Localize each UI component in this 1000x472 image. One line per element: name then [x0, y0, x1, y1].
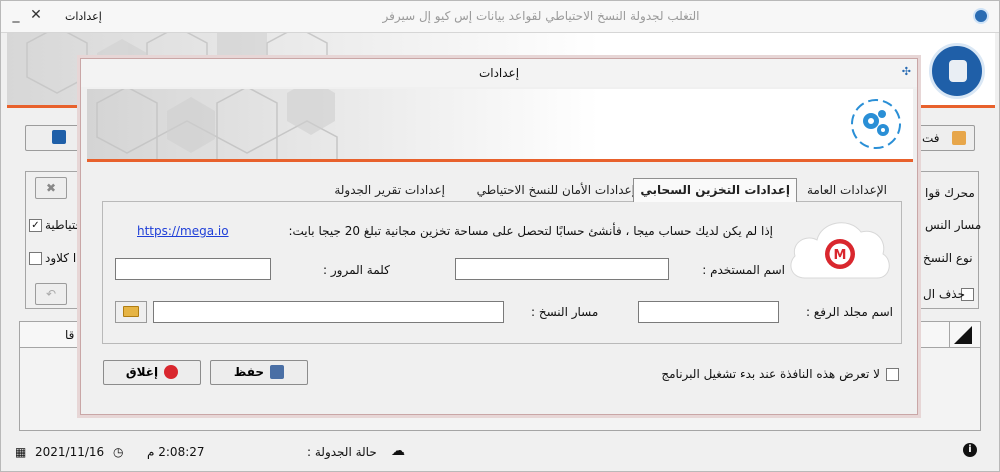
- database-backup-logo-icon: [929, 43, 985, 99]
- tab-general[interactable]: الإعدادات العامة: [801, 181, 893, 201]
- delete-x-icon[interactable]: ✖: [35, 177, 67, 199]
- status-date: 2021/11/16: [35, 445, 105, 459]
- mega-info-text: إذا لم يكن لديك حساب ميجا ، فأنشئ حسابًا…: [288, 224, 773, 238]
- status-time: 2:08:27 م: [147, 445, 205, 459]
- delete-label: حذف ال: [923, 287, 966, 301]
- password-field[interactable]: [115, 258, 271, 280]
- grid-column-label: قا: [65, 328, 75, 342]
- main-titlebar: _ ✕ إعدادات التغلب لجدولة النسخ الاحتياط…: [1, 1, 999, 33]
- info-icon[interactable]: i: [963, 443, 977, 457]
- path-label: مسار النس: [925, 218, 982, 232]
- close-icon: [164, 365, 179, 379]
- upload-folder-label: اسم مجلد الرفع :: [805, 305, 893, 319]
- cloud-settings-panel: M إذا لم يكن لديك حساب ميجا ، فأنشئ حساب…: [102, 201, 902, 344]
- bg-open-button[interactable]: فت: [913, 125, 975, 151]
- dialog-banner-accent: [87, 159, 913, 162]
- grid-corner-icon: [954, 326, 972, 344]
- username-field[interactable]: [455, 258, 669, 280]
- startup-checkbox[interactable]: لا تعرض هذه النافذة عند بدء تشغيل البرنا…: [661, 367, 899, 381]
- window-title: التغلب لجدولة النسخ الاحتياطي لقواعد بيا…: [382, 9, 700, 23]
- upload-folder-field[interactable]: [638, 301, 779, 323]
- settings-tabs: الإعدادات العامة إعدادات التخزين السحابي…: [81, 178, 917, 202]
- browse-folder-button[interactable]: [115, 301, 147, 323]
- backup-path-label: مسار النسخ :: [531, 305, 599, 319]
- cloud-status-icon: ☁: [391, 443, 405, 459]
- pin-icon[interactable]: ✣: [902, 65, 911, 78]
- svg-text:M: M: [834, 248, 847, 263]
- mega-link[interactable]: https://mega.io: [137, 224, 229, 238]
- app-small-icon: [52, 130, 66, 144]
- startup-checkbox-box[interactable]: [886, 368, 899, 381]
- mega-cloud-icon: M: [790, 222, 890, 279]
- dialog-title: إعدادات: [81, 59, 917, 87]
- bg-toolbar-button[interactable]: [25, 125, 85, 151]
- close-icon[interactable]: ✕: [27, 7, 45, 23]
- schedule-status-label: حالة الجدولة :: [307, 445, 377, 459]
- backup-checkbox[interactable]: ✓: [29, 219, 42, 232]
- folder-icon: [123, 306, 139, 317]
- save-label: حفظ: [233, 365, 265, 379]
- password-label: كلمة المرور :: [323, 263, 390, 277]
- save-button[interactable]: حفظ: [210, 360, 308, 385]
- settings-dialog: إعدادات ✣ الإعدادات العامة إعدادات التخز…: [80, 58, 918, 415]
- username-label: اسم المستخدم :: [702, 263, 785, 277]
- grid-divider: [949, 322, 950, 348]
- minimize-icon[interactable]: _: [7, 7, 25, 23]
- tab-schedule-report[interactable]: إعدادات تقرير الجدولة: [328, 181, 451, 201]
- app-logo-icon: [973, 8, 989, 24]
- cloud-check-label: ا كلاود: [45, 251, 77, 265]
- cloud-checkbox[interactable]: [29, 252, 42, 265]
- tab-cloud-storage[interactable]: إعدادات التخزين السحابي: [633, 178, 797, 202]
- startup-checkbox-label: لا تعرض هذه النافذة عند بدء تشغيل البرنا…: [661, 367, 880, 381]
- dialog-banner: [87, 89, 913, 159]
- status-bar: ▦ 2021/11/16 ◷ 2:08:27 م حالة الجدولة : …: [1, 437, 999, 471]
- backup-path-field[interactable]: [153, 301, 504, 323]
- open-label: فت: [922, 131, 940, 145]
- clock-icon: ◷: [113, 445, 124, 459]
- engine-label: محرك قوا: [925, 186, 975, 200]
- settings-menu-label[interactable]: إعدادات: [65, 10, 102, 23]
- tab-backup-security[interactable]: إعدادات الأمان للنسخ الاحتياطي: [471, 181, 641, 201]
- save-icon: [270, 365, 285, 379]
- close-button[interactable]: إغلاق: [103, 360, 201, 385]
- edit-icon: [952, 131, 966, 145]
- calendar-icon: ▦: [15, 445, 27, 459]
- hexagon-pattern-icon: [96, 89, 338, 159]
- undo-icon[interactable]: ↶: [35, 283, 67, 305]
- backup-type-label: نوع النسخ: [923, 251, 973, 265]
- close-label: إغلاق: [125, 365, 159, 379]
- settings-gears-icon: [851, 99, 901, 149]
